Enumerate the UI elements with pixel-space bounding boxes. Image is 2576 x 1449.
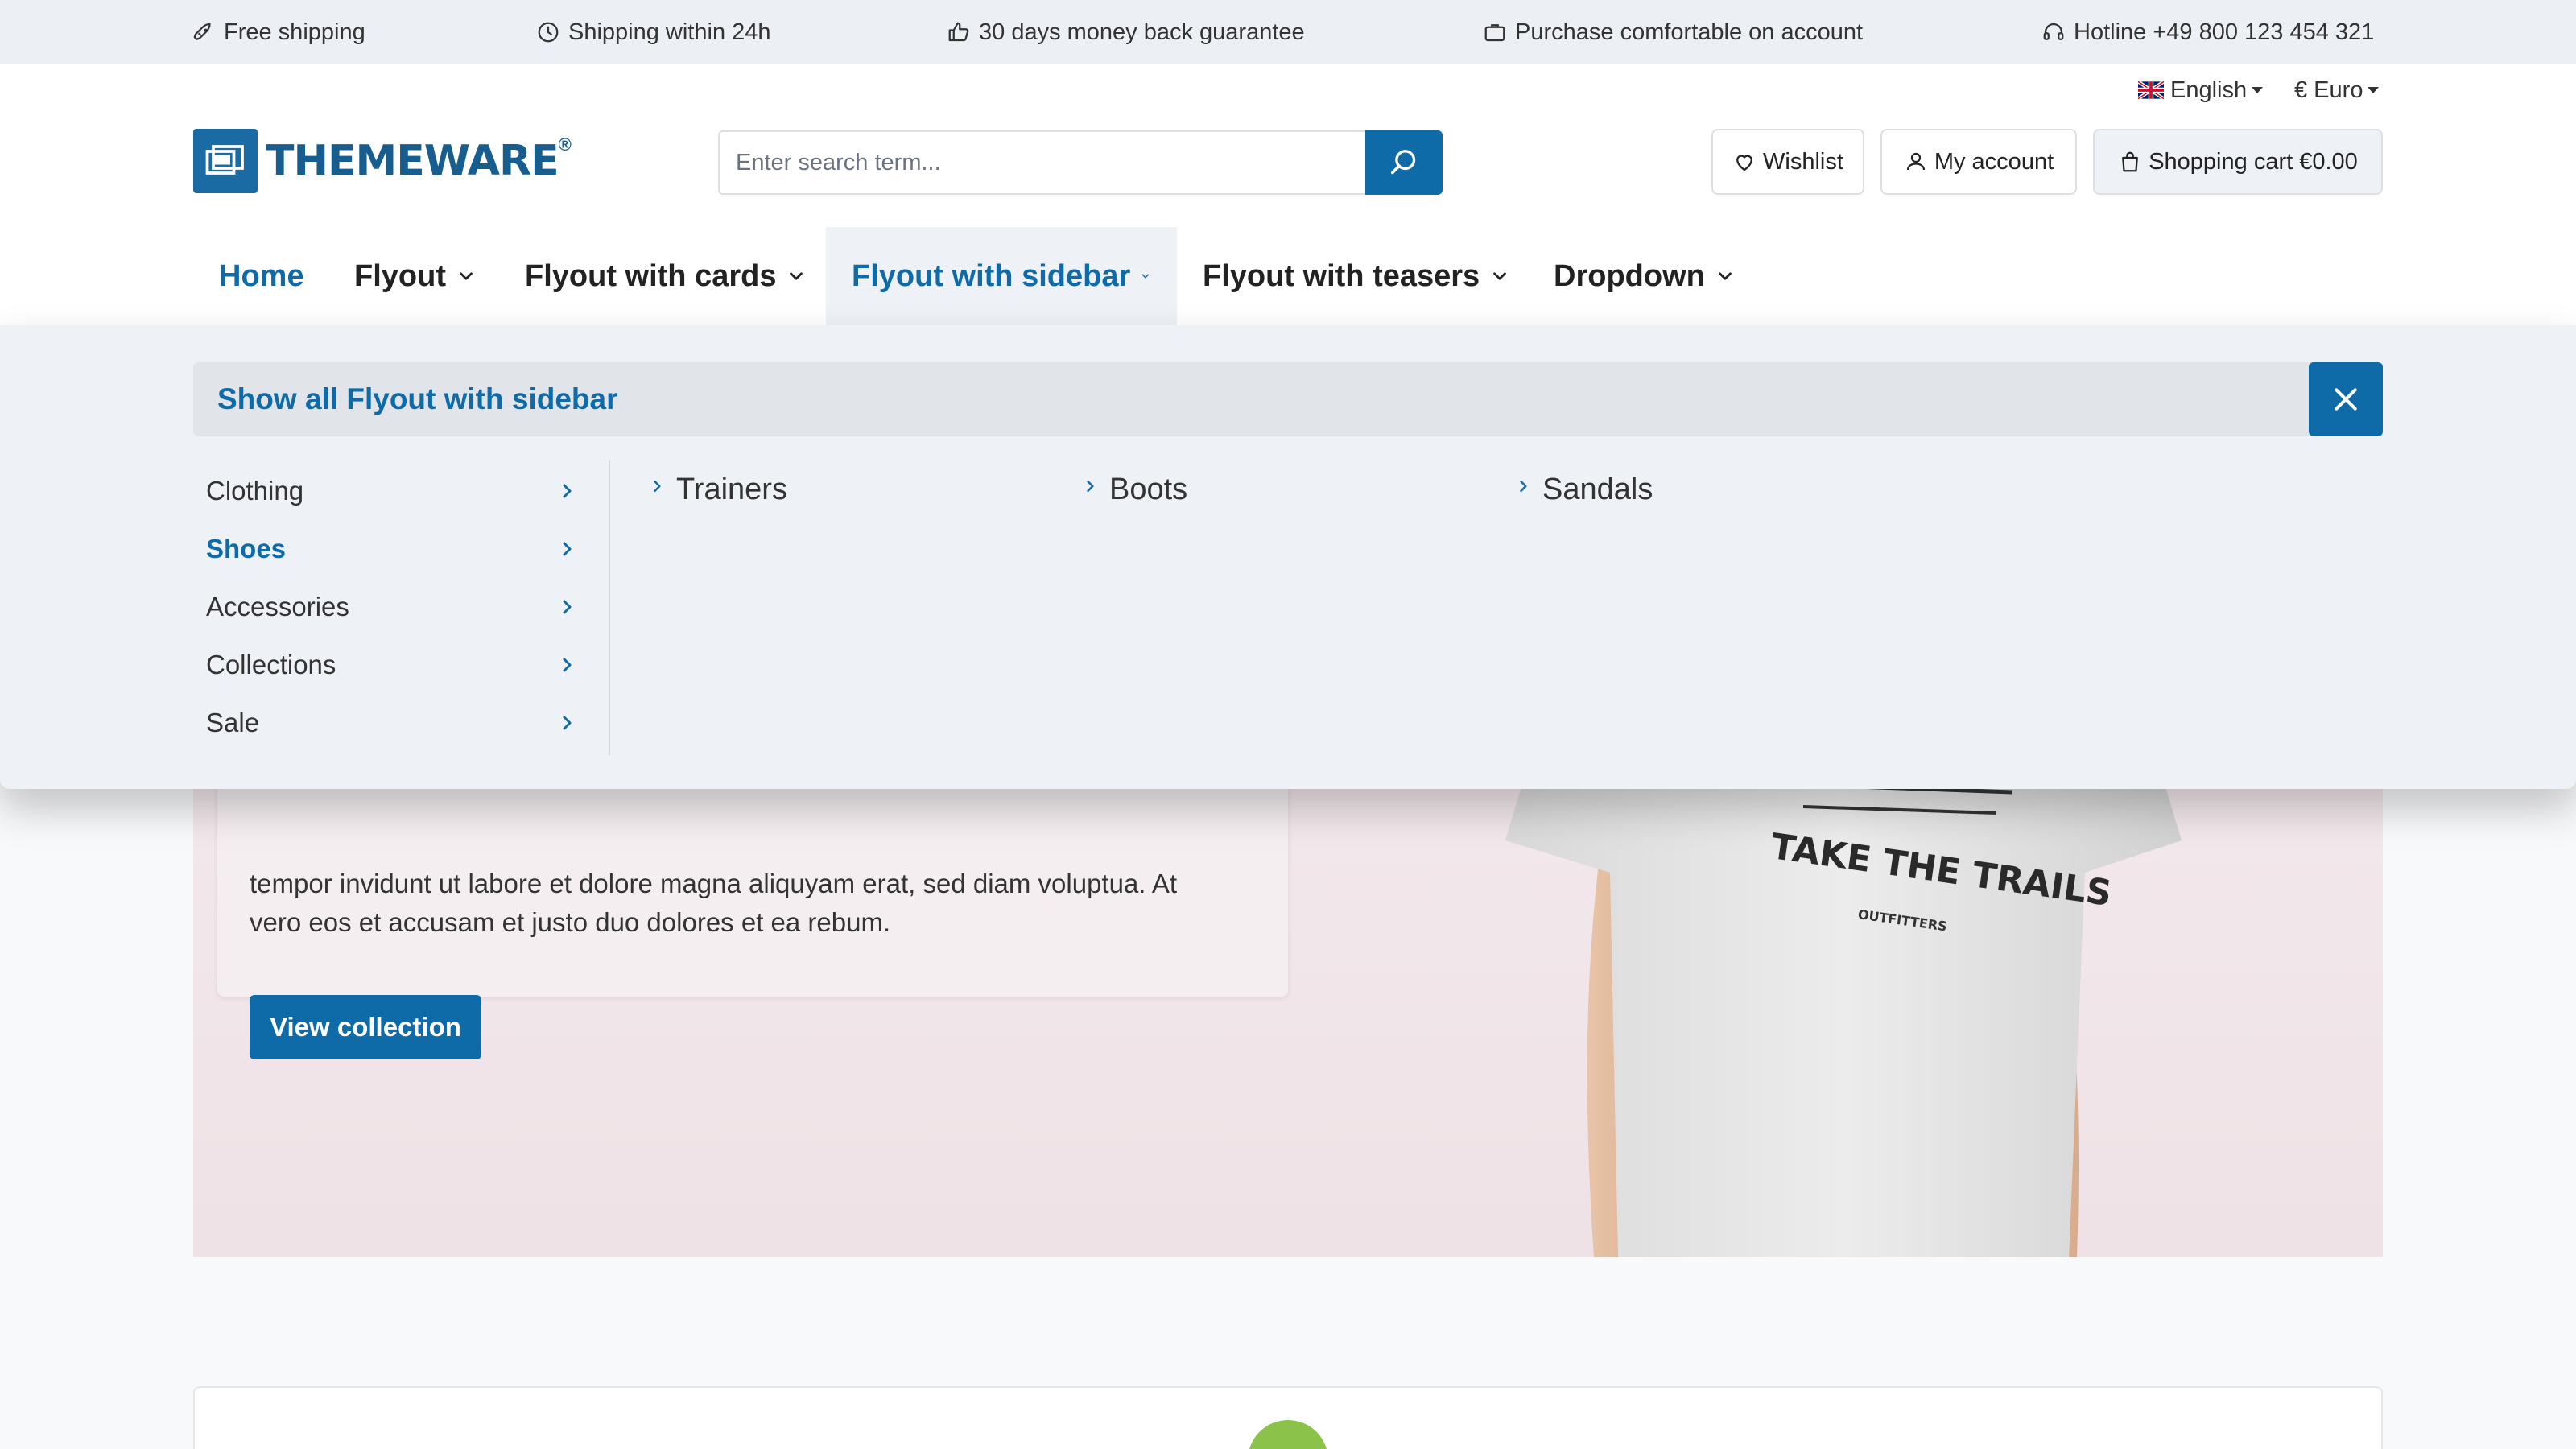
view-collection-button[interactable]: View collection <box>250 995 481 1059</box>
usp-purchase-on-account: Purchase comfortable on account <box>1483 0 1863 64</box>
nav-item-dropdown[interactable]: Dropdown <box>1528 227 1761 325</box>
language-switcher[interactable]: English <box>2138 72 2264 108</box>
nav-item-home[interactable]: Home <box>193 227 330 325</box>
sidebar-item-label: Sale <box>206 708 260 737</box>
subcategory-label: Boots <box>1109 472 1188 506</box>
top-bar: Free shipping Shipping within 24h 30 day… <box>0 0 2576 64</box>
sidebar-item-label: Clothing <box>206 476 304 506</box>
close-flyout-button[interactable] <box>2309 362 2383 436</box>
nav-item-label: Dropdown <box>1554 258 1705 293</box>
briefcase-icon <box>1484 24 1505 42</box>
currency-label: € Euro <box>2294 76 2363 103</box>
chevron-right-icon <box>563 716 572 730</box>
sidebar-item-label: Shoes <box>206 534 287 564</box>
flyout-header: Show all Flyout with sidebar <box>193 362 2383 436</box>
chevron-down-icon <box>1719 272 1732 280</box>
nav-item-flyout-with-cards[interactable]: Flyout with cards <box>499 227 832 325</box>
logo-mark-icon <box>193 129 258 193</box>
nav-item-label: Flyout <box>354 258 446 293</box>
wishlist-button[interactable]: Wishlist <box>1711 129 1864 195</box>
logo[interactable]: THEMEWARE ® <box>193 129 572 193</box>
sidebar-item-collections[interactable]: Collections <box>206 636 576 694</box>
rocket-icon <box>193 23 211 40</box>
usp-free-shipping: Free shipping <box>192 0 365 64</box>
subcategory-label: Trainers <box>676 472 787 506</box>
nav-item-flyout-with-sidebar[interactable]: Flyout with sidebar <box>826 227 1177 325</box>
subcategory-boots[interactable]: Boots <box>1082 467 1187 512</box>
usp-shipping-24h: Shipping within 24h <box>536 0 771 64</box>
chevron-down-icon <box>1493 272 1507 280</box>
user-icon <box>1906 152 1925 171</box>
language-label: English <box>2170 76 2248 103</box>
headset-icon <box>2043 23 2064 40</box>
shopping-bag-icon <box>2122 151 2139 172</box>
shopping-cart-button[interactable]: Shopping cart €0.00 <box>2093 129 2383 195</box>
chevron-right-icon <box>1520 480 1527 493</box>
chevron-down-icon <box>790 272 803 280</box>
usp-label: Free shipping <box>224 19 365 45</box>
chevron-right-icon <box>563 484 572 498</box>
chevron-right-icon <box>1087 480 1094 493</box>
flyout-divider <box>609 460 610 755</box>
search-button[interactable] <box>1365 130 1443 195</box>
nav-item-flyout[interactable]: Flyout <box>328 227 502 325</box>
nav-item-label: Flyout with teasers <box>1203 258 1480 293</box>
nav-item-label: Flyout with sidebar <box>852 258 1131 293</box>
usp-label: Shipping within 24h <box>568 19 771 45</box>
chevron-down-icon <box>1141 274 1150 279</box>
currency-switcher[interactable]: € Euro <box>2294 72 2380 108</box>
search-form <box>718 130 1443 195</box>
sidebar-item-label: Collections <box>206 650 336 679</box>
search-input[interactable] <box>718 130 1365 195</box>
thumbs-up-icon <box>948 22 969 42</box>
subcategory-label: Sandals <box>1542 472 1653 506</box>
shopping-cart-label: Shopping cart €0.00 <box>2149 148 2358 175</box>
chevron-right-icon <box>563 600 572 614</box>
close-icon <box>2334 388 2357 411</box>
chevron-right-icon <box>563 542 572 556</box>
hero-text-line: tempor invidunt ut labore et dolore magn… <box>250 869 1178 898</box>
caret-down-icon <box>2252 87 2264 93</box>
show-all-link[interactable]: Show all Flyout with sidebar <box>217 362 618 436</box>
subcategory-trainers[interactable]: Trainers <box>649 467 787 512</box>
sidebar-item-label: Accessories <box>206 592 349 621</box>
usp-label: Hotline +49 800 123 454 321 <box>2074 19 2375 45</box>
chevron-down-icon <box>460 272 473 280</box>
search-icon <box>1391 150 1416 175</box>
hero-text-line: vero eos et accusam et justo duo dolores… <box>250 907 891 937</box>
nav-item-label: Flyout with cards <box>525 258 777 293</box>
sidebar-item-shoes[interactable]: Shoes <box>206 520 576 578</box>
my-account-label: My account <box>1934 148 2054 175</box>
caret-down-icon <box>2368 87 2380 93</box>
main-navigation: Home Flyout Flyout with cards Flyout wit… <box>0 227 2576 325</box>
subcategory-sandals[interactable]: Sandals <box>1515 467 1653 512</box>
nav-item-label: Home <box>219 258 304 293</box>
usp-label: 30 days money back guarantee <box>979 19 1305 45</box>
chevron-right-icon <box>654 480 661 493</box>
sidebar-item-sale[interactable]: Sale <box>206 694 576 752</box>
usp-money-back: 30 days money back guarantee <box>947 0 1305 64</box>
flyout-sidebar: Clothing Shoes Accessories Collections S… <box>206 462 576 752</box>
logo-registered-mark: ® <box>558 134 572 155</box>
my-account-button[interactable]: My account <box>1880 129 2077 195</box>
logo-text: THEMEWARE <box>266 137 559 185</box>
sidebar-item-accessories[interactable]: Accessories <box>206 578 576 636</box>
usp-label: Purchase comfortable on account <box>1515 19 1864 45</box>
wishlist-label: Wishlist <box>1763 148 1843 175</box>
chevron-right-icon <box>563 658 572 672</box>
heart-icon <box>1736 155 1752 171</box>
hero-description: tempor invidunt ut labore et dolore magn… <box>250 865 1256 942</box>
flyout-panel: Show all Flyout with sidebar Clothing Sh… <box>0 325 2576 789</box>
usp-hotline: Hotline +49 800 123 454 321 <box>2041 0 2374 64</box>
nav-item-flyout-with-teasers[interactable]: Flyout with teasers <box>1177 227 1536 325</box>
sidebar-item-clothing[interactable]: Clothing <box>206 462 576 520</box>
uk-flag-icon <box>2138 81 2164 99</box>
clock-icon <box>538 22 559 43</box>
